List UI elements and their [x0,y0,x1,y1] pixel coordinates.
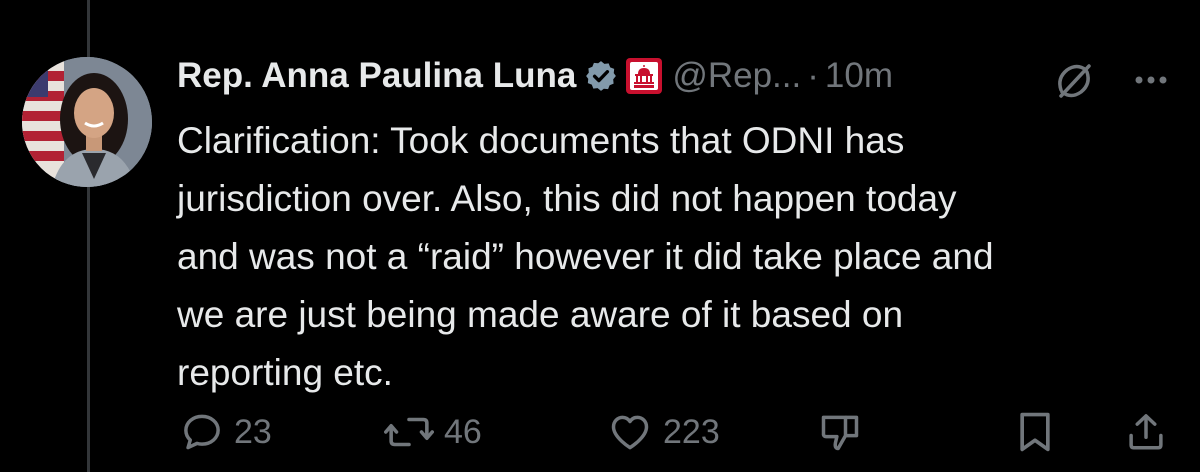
avatar[interactable] [22,57,152,187]
header-separator: · [807,56,819,95]
more-dots-icon[interactable] [1131,60,1171,100]
thumbs-down-icon [821,415,859,451]
share-upload-icon [1129,414,1163,450]
reply-count: 23 [234,412,272,451]
repost-count: 46 [444,412,482,451]
post-timestamp[interactable]: 10m [825,56,893,96]
dislike-button[interactable] [818,404,862,460]
bookmark-icon [1020,412,1050,452]
reply-button[interactable]: 23 [180,404,272,460]
action-bar: 23 46 223 [0,404,1200,460]
avatar-image [22,57,152,187]
house-gop-capitol-icon[interactable] [626,58,663,94]
verified-badge-icon[interactable] [584,59,618,93]
like-button[interactable]: 223 [607,404,720,460]
like-count: 223 [663,412,720,451]
display-name[interactable]: Rep. Anna Paulina Luna [177,56,576,96]
heart-icon [611,415,649,450]
share-button[interactable] [1125,404,1167,460]
grok-icon[interactable] [1053,60,1095,102]
user-handle[interactable]: @Rep... [672,56,801,96]
bookmark-button[interactable] [1016,404,1054,460]
reply-bubble-icon [184,414,220,450]
repost-arrows-icon [384,417,434,447]
repost-button[interactable]: 46 [384,404,482,460]
post-header: Rep. Anna Paulina Luna @Rep... · 10m [177,52,893,100]
post-text: Clarification: Took documents that ODNI … [177,120,994,393]
